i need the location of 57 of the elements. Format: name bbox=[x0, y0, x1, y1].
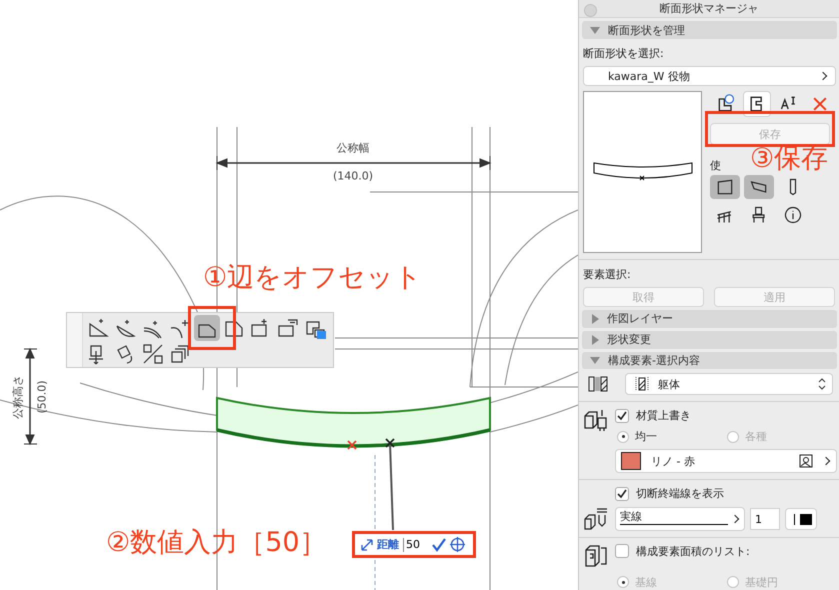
field-label: 断面形状を選択: bbox=[582, 46, 665, 62]
section-header[interactable]: 作図レイヤー bbox=[582, 310, 837, 328]
area-list-checkbox[interactable]: 構成要素面積のリスト: bbox=[615, 542, 837, 560]
divider-mark bbox=[794, 514, 795, 525]
cut-end-lines-checkbox[interactable]: 切断終端線を表示 bbox=[615, 485, 833, 502]
pen-color-picker[interactable] bbox=[785, 508, 817, 530]
callout-text: ①辺をオフセット bbox=[203, 262, 422, 294]
section-title: 形状変更 bbox=[607, 332, 651, 348]
highlight-frame bbox=[188, 306, 236, 350]
callout-text: ②数値入力［50］ bbox=[106, 527, 327, 560]
dropdown-value: リノ - 赤 bbox=[651, 454, 696, 469]
surface-dropdown[interactable]: リノ - 赤 bbox=[615, 449, 837, 474]
area-list-icon bbox=[583, 544, 609, 568]
window-title: 断面形状マネージャ bbox=[660, 0, 758, 16]
cross-mark-icon bbox=[347, 440, 357, 450]
distance-label: 距離 bbox=[377, 537, 399, 552]
dimension-label: 公称高さ bbox=[10, 375, 26, 419]
section-title: 作図レイヤー bbox=[607, 311, 673, 326]
section-header[interactable]: 断面形状を管理 bbox=[582, 20, 837, 40]
cross-mark-icon bbox=[385, 438, 395, 448]
element-type-icon bbox=[783, 205, 803, 226]
building-material-dropdown[interactable]: 躯体 bbox=[625, 373, 833, 396]
dimension-label: 公称幅 bbox=[336, 140, 370, 156]
element-type-icon bbox=[715, 177, 735, 198]
section-header[interactable]: 形状変更 bbox=[582, 330, 837, 349]
cut-line-icon bbox=[583, 507, 609, 532]
dimension-value: (140.0) bbox=[332, 170, 374, 182]
dropdown-value: kawara_W 役物 bbox=[608, 68, 690, 84]
tool-button[interactable] bbox=[194, 315, 220, 341]
transform-tool-icon bbox=[141, 342, 165, 366]
line-type-dropdown[interactable]: 実線 bbox=[615, 507, 745, 532]
dropdown-value: 躯体 bbox=[658, 376, 680, 392]
checkmark-icon[interactable] bbox=[432, 538, 446, 552]
pen-color-swatch bbox=[800, 514, 812, 525]
callout-text: ③保存 bbox=[750, 143, 828, 176]
surface-radio[interactable]: 均一 bbox=[617, 429, 727, 444]
override-surface-checkbox[interactable]: 材質上書き bbox=[615, 407, 837, 424]
usage-toggle[interactable] bbox=[710, 175, 740, 200]
crosshair-icon[interactable] bbox=[450, 537, 465, 552]
checkmark-icon bbox=[617, 488, 627, 499]
checkmark-icon bbox=[617, 410, 627, 421]
section-header[interactable]: 構成要素-選択内容 bbox=[582, 352, 837, 370]
stepper-arrows-icon bbox=[818, 378, 826, 390]
material-icon bbox=[587, 375, 609, 394]
paint-brush-icon bbox=[583, 408, 609, 432]
profile-dropdown[interactable]: kawara_W 役物 bbox=[583, 66, 836, 86]
usage-toggle[interactable] bbox=[744, 175, 774, 200]
usage-label: 使 bbox=[709, 158, 721, 174]
diagonal-arrow-icon bbox=[361, 538, 373, 550]
picture-icon bbox=[799, 454, 813, 468]
pen-field[interactable]: 1 bbox=[750, 508, 780, 530]
section-title: 構成要素-選択内容 bbox=[608, 352, 700, 368]
palette-grip[interactable] bbox=[67, 313, 83, 367]
dropdown-value: 実線 bbox=[620, 509, 642, 524]
field-label: 要素選択: bbox=[582, 267, 632, 284]
dimension-value: (50.0) bbox=[36, 380, 48, 414]
section-title: 断面形状を管理 bbox=[608, 22, 685, 38]
